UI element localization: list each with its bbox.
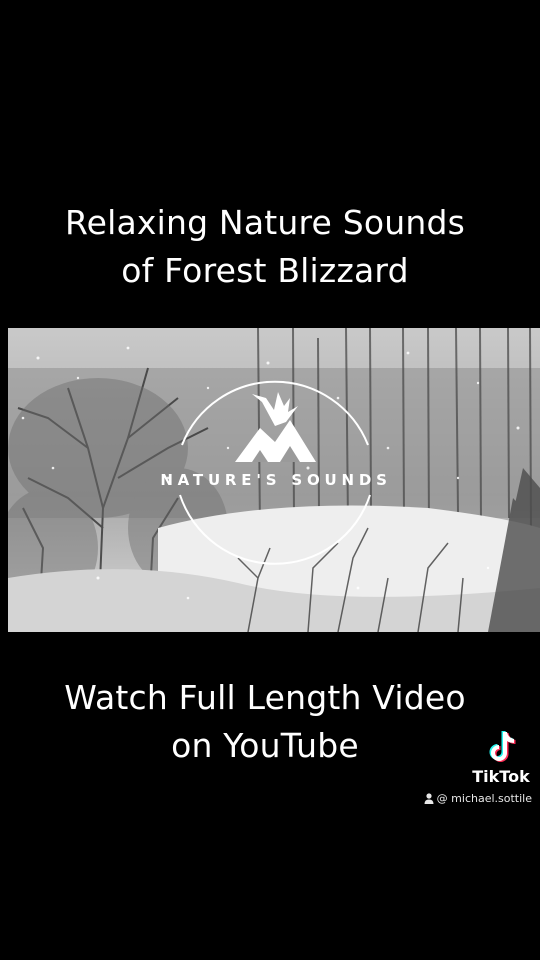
caption-top: Relaxing Nature Sounds of Forest Blizzar…: [0, 199, 530, 295]
tiktok-note-icon: [489, 731, 516, 762]
creator-handle: @ michael.sottile: [424, 792, 532, 805]
caption-top-line-2: of Forest Blizzard: [121, 251, 409, 290]
caption-top-line-1: Relaxing Nature Sounds: [64, 203, 466, 242]
caption-bottom: Watch Full Length Video on YouTube: [0, 674, 530, 770]
caption-bottom-line-2: on YouTube: [171, 726, 359, 765]
caption-bottom-line-1: Watch Full Length Video: [64, 678, 466, 717]
tiktok-brand-text: TikTok: [472, 767, 530, 786]
logo-text: NATURE'S SOUNDS: [160, 471, 392, 489]
person-icon: [424, 793, 434, 804]
tiktok-watermark: TikTok: [470, 726, 532, 786]
creator-handle-text: @ michael.sottile: [436, 792, 532, 805]
